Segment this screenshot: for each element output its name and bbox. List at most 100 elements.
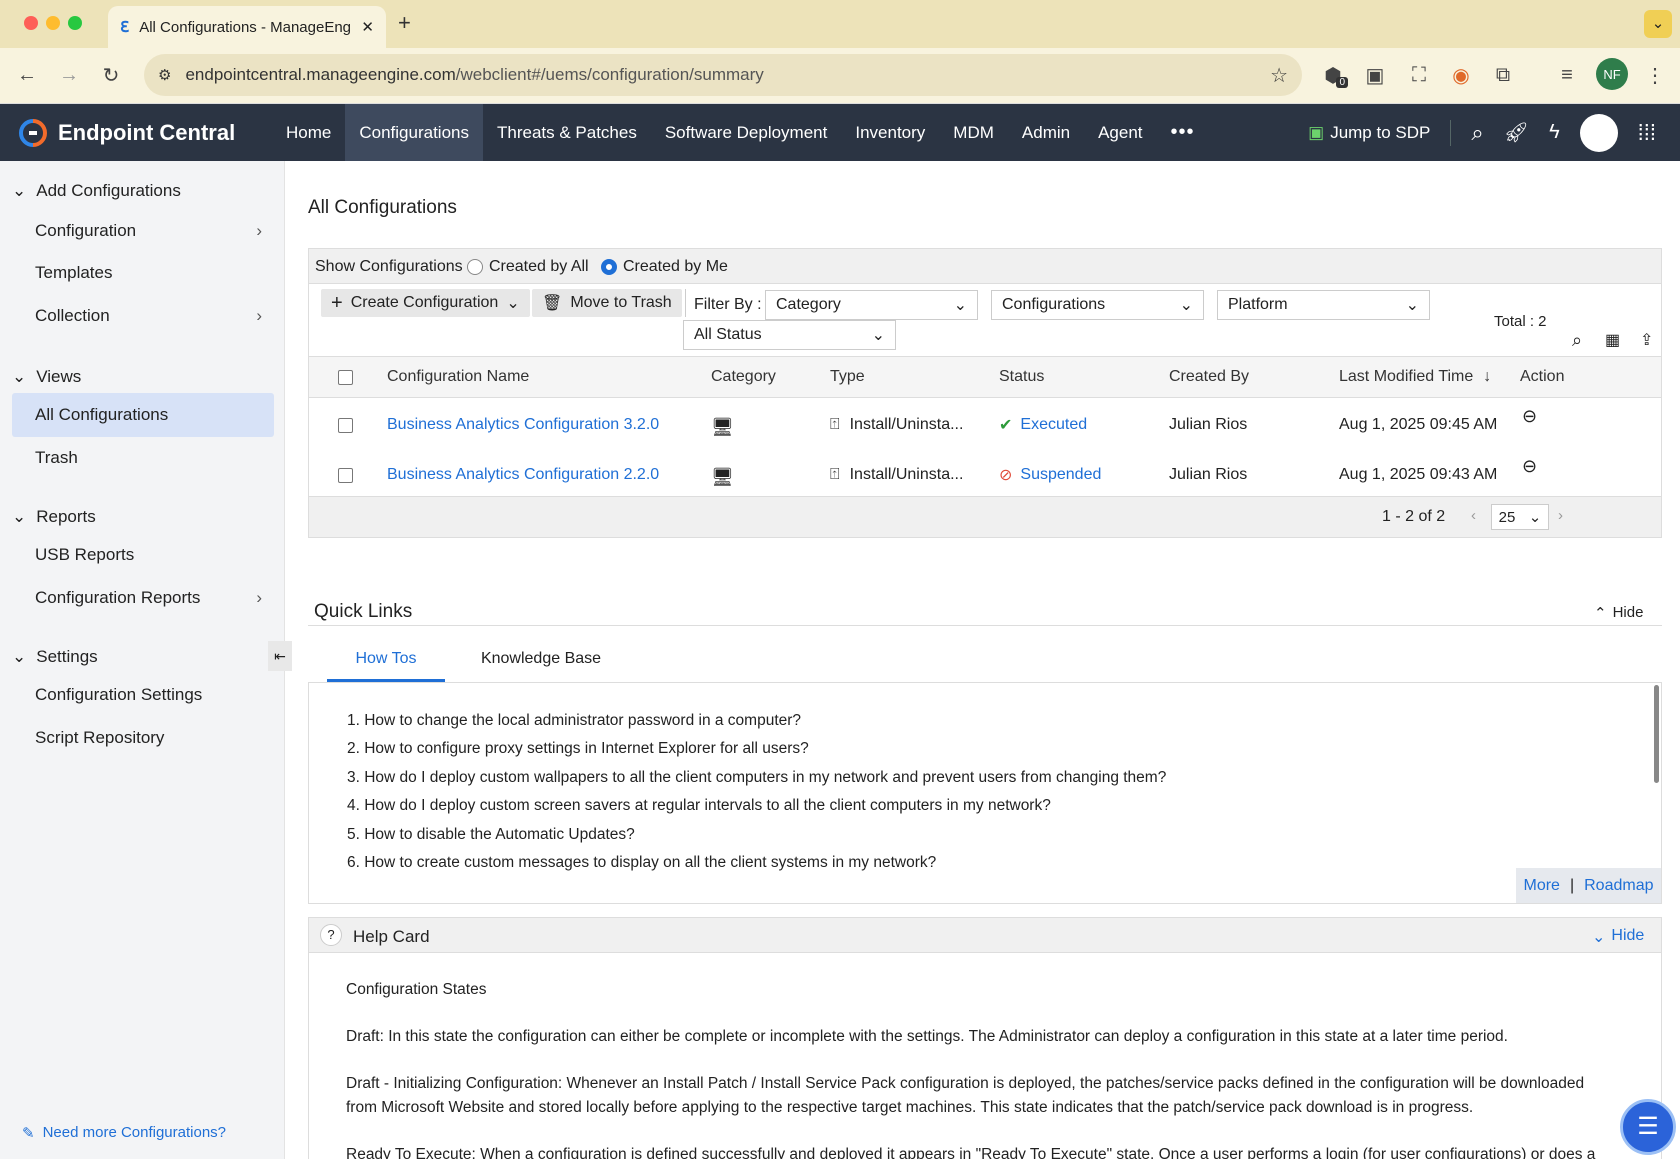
move-to-trash-button[interactable]: 🗑︎ Move to Trash [532, 289, 682, 317]
sidebar-section-reports[interactable]: ⌄ Reports [12, 507, 96, 527]
configuration-name-link[interactable]: Business Analytics Configuration 2.2.0 [387, 460, 659, 490]
created-by-me-radio[interactable]: Created by Me [601, 258, 728, 276]
export-icon[interactable]: ⇪ [1640, 330, 1653, 350]
extension-icon[interactable]: ▣ [1360, 60, 1390, 90]
collapse-sidebar-icon[interactable]: ⇤ [268, 641, 292, 671]
column-header-name[interactable]: Configuration Name [387, 356, 529, 398]
per-page-select[interactable]: 25 ⌄ [1491, 504, 1549, 530]
select-all-checkbox[interactable] [338, 356, 353, 398]
sidebar-section-add-configurations[interactable]: ⌄ Add Configurations [12, 181, 181, 201]
search-icon[interactable]: ⌕ [1471, 120, 1483, 146]
sidebar-item-script-repository[interactable]: Script Repository [12, 716, 274, 760]
platform-filter-select[interactable]: Platform ⌄ [1217, 290, 1430, 320]
how-to-link[interactable]: 6. How to create custom messages to disp… [347, 854, 936, 872]
total-count: Total : 2 [1494, 313, 1547, 330]
created-by-all-radio[interactable]: Created by All [467, 258, 589, 276]
how-to-link[interactable]: 4. How do I deploy custom screen savers … [347, 797, 1051, 815]
scrollbar[interactable] [1654, 685, 1659, 783]
sidebar-item-configuration-settings[interactable]: Configuration Settings [12, 673, 274, 717]
tab-how-tos[interactable]: How Tos [327, 650, 445, 682]
row-checkbox[interactable] [338, 410, 353, 440]
nav-agent[interactable]: Agent [1084, 104, 1156, 161]
next-page-icon[interactable]: › [1558, 507, 1563, 524]
profile-avatar[interactable]: NF [1596, 58, 1628, 90]
status-suspended-link[interactable]: Suspended [1020, 466, 1101, 484]
column-header-type[interactable]: Type [830, 356, 865, 398]
reload-icon[interactable]: ↻ [96, 60, 126, 90]
more-actions-icon[interactable]: ⊖ [1522, 401, 1537, 431]
address-bar[interactable]: ⚙ endpointcentral.manageengine.com/webcl… [144, 54, 1302, 96]
need-more-configurations-link[interactable]: ✎ Need more Configurations? [22, 1124, 226, 1142]
column-header-last-modified[interactable]: Last Modified Time ↓ [1339, 356, 1491, 398]
status-filter-select[interactable]: All Status ⌄ [683, 320, 896, 350]
jump-to-sdp-button[interactable]: ▣ Jump to SDP [1308, 123, 1430, 143]
browser-tab[interactable]: ℇ All Configurations - ManageEngine ✕ [108, 6, 386, 48]
how-to-link[interactable]: 5. How to disable the Automatic Updates? [347, 826, 635, 844]
how-to-link[interactable]: 1. How to change the local administrator… [347, 712, 801, 730]
extension-icon[interactable]: ⬢ 0 [1318, 60, 1348, 90]
puzzle-icon[interactable]: ⧉ [1488, 60, 1518, 90]
sidebar-item-usb-reports[interactable]: USB Reports [12, 533, 274, 577]
tab-close-icon[interactable]: ✕ [361, 18, 374, 36]
column-settings-icon[interactable]: ▦ [1605, 330, 1620, 350]
new-tab-button[interactable]: + [398, 10, 411, 36]
status-executed-link[interactable]: Executed [1020, 416, 1087, 434]
brand-logo[interactable]: Endpoint Central [0, 118, 272, 148]
lightning-icon[interactable]: ϟ [1549, 121, 1560, 144]
user-avatar[interactable] [1579, 113, 1618, 152]
more-actions-icon[interactable]: ⊖ [1522, 451, 1537, 481]
column-header-status[interactable]: Status [999, 356, 1044, 398]
sidebar-item-configuration-reports[interactable]: Configuration Reports › [12, 576, 274, 620]
endpoint-central-logo-icon [19, 118, 47, 147]
apps-grid-icon[interactable]: ⁞⁞⁞ [1638, 120, 1656, 146]
show-configurations-label: Show Configurations : [315, 258, 472, 275]
sidebar-item-collection[interactable]: Collection › [12, 294, 274, 338]
type-cell: ⍐ Install/Uninsta... [830, 466, 964, 483]
forward-icon[interactable]: → [54, 60, 84, 90]
column-header-created-by[interactable]: Created By [1169, 356, 1249, 398]
more-link[interactable]: More [1524, 877, 1560, 895]
maximize-window-button[interactable] [68, 16, 82, 30]
configuration-name-link[interactable]: Business Analytics Configuration 3.2.0 [387, 410, 659, 440]
row-checkbox[interactable] [338, 460, 353, 490]
sidebar-section-settings[interactable]: ⌄ Settings [12, 647, 98, 667]
help-card-hide-button[interactable]: ⌄ Hide [1592, 927, 1644, 947]
media-icon[interactable]: ≡ [1552, 60, 1582, 90]
sidebar-item-templates[interactable]: Templates [12, 251, 274, 295]
nav-inventory[interactable]: Inventory [841, 104, 939, 161]
configurations-filter-select[interactable]: Configurations ⌄ [991, 290, 1204, 320]
create-configuration-button[interactable]: + Create Configuration ⌄ [321, 289, 530, 317]
site-info-icon[interactable]: ⚙ [158, 66, 171, 84]
sidebar-item-configuration[interactable]: Configuration › [12, 209, 274, 253]
roadmap-link[interactable]: Roadmap [1584, 877, 1653, 895]
tab-search-button[interactable]: ⌄ [1644, 10, 1672, 38]
prev-page-icon[interactable]: ‹ [1471, 507, 1476, 524]
bookmark-star-icon[interactable]: ☆ [1270, 63, 1288, 88]
nav-threats-patches[interactable]: Threats & Patches [483, 104, 651, 161]
sidebar-item-all-configurations[interactable]: All Configurations [12, 393, 274, 437]
sidebar-item-trash[interactable]: Trash [12, 436, 274, 480]
search-icon[interactable]: ⌕ [1572, 330, 1582, 351]
chat-menu-icon[interactable]: ☰ [1620, 1099, 1676, 1155]
category-filter-select[interactable]: Category ⌄ [765, 290, 978, 320]
minimize-window-button[interactable] [46, 16, 60, 30]
sidebar-section-views[interactable]: ⌄ Views [12, 367, 81, 387]
back-icon[interactable]: ← [12, 60, 42, 90]
chevron-up-icon: ⌃ [1594, 605, 1607, 622]
how-to-link[interactable]: 3. How do I deploy custom wallpapers to … [347, 769, 1166, 787]
screenshot-icon[interactable]: ⛶ [1404, 60, 1434, 90]
extension-icon[interactable]: ◉ [1446, 60, 1476, 90]
nav-more-icon[interactable]: ••• [1157, 104, 1209, 161]
column-header-category[interactable]: Category [711, 356, 776, 398]
rocket-icon[interactable]: 🚀︎ [1504, 120, 1529, 145]
nav-admin[interactable]: Admin [1008, 104, 1084, 161]
nav-mdm[interactable]: MDM [939, 104, 1008, 161]
quick-links-hide-button[interactable]: ⌃ Hide [1594, 604, 1643, 622]
tab-knowledge-base[interactable]: Knowledge Base [468, 650, 614, 682]
nav-software-deployment[interactable]: Software Deployment [651, 104, 842, 161]
browser-menu-icon[interactable]: ⋮ [1640, 60, 1670, 90]
nav-home[interactable]: Home [272, 104, 345, 161]
how-to-link[interactable]: 2. How to configure proxy settings in In… [347, 740, 809, 758]
nav-configurations[interactable]: Configurations [345, 104, 483, 161]
close-window-button[interactable] [24, 16, 38, 30]
